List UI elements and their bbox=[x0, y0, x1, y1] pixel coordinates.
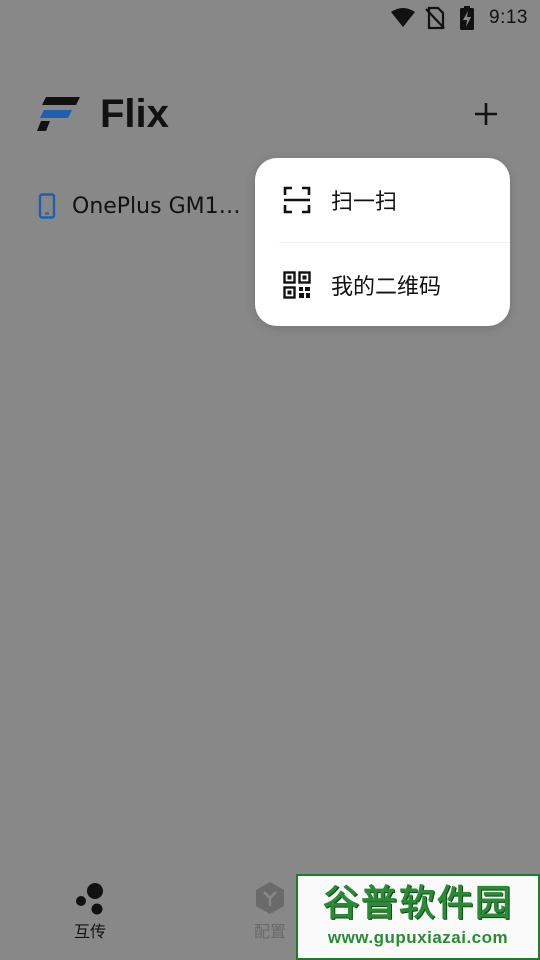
scan-icon bbox=[283, 186, 311, 214]
transfer-icon bbox=[72, 880, 108, 916]
phone-icon bbox=[38, 193, 56, 219]
watermark-title: 谷普软件园 bbox=[322, 883, 513, 924]
device-name: OnePlus GM19… bbox=[72, 193, 254, 219]
config-icon bbox=[252, 880, 288, 916]
menu-item-label: 我的二维码 bbox=[331, 275, 442, 300]
app-title: Flix bbox=[100, 91, 169, 136]
nav-label: 互传 bbox=[73, 922, 106, 941]
flix-logo bbox=[37, 97, 80, 131]
nav-item-transfer[interactable]: 互传 bbox=[50, 880, 130, 942]
menu-item-scan[interactable]: 扫一扫 bbox=[255, 158, 510, 242]
popup-menu: 扫一扫 我的二维码 bbox=[255, 158, 510, 326]
watermark-url: www.gupuxiazai.com bbox=[327, 928, 509, 947]
watermark-logo: 谷普软件园 www.gupuxiazai.com bbox=[296, 874, 540, 960]
menu-item-label: 扫一扫 bbox=[331, 190, 398, 215]
qr-code-icon bbox=[283, 271, 311, 299]
battery-charging-icon bbox=[455, 6, 479, 30]
app-header: Flix bbox=[36, 84, 504, 144]
status-time: 9:13 bbox=[489, 7, 528, 28]
no-sim-icon bbox=[423, 6, 447, 30]
add-button[interactable] bbox=[468, 96, 504, 132]
device-list-item[interactable]: OnePlus GM19… bbox=[36, 186, 256, 226]
plus-icon bbox=[475, 103, 497, 125]
nav-label: 配置 bbox=[253, 922, 286, 941]
menu-item-my-qr-code[interactable]: 我的二维码 bbox=[255, 243, 510, 326]
wifi-icon bbox=[391, 6, 416, 30]
status-bar: 9:13 bbox=[0, 0, 540, 36]
